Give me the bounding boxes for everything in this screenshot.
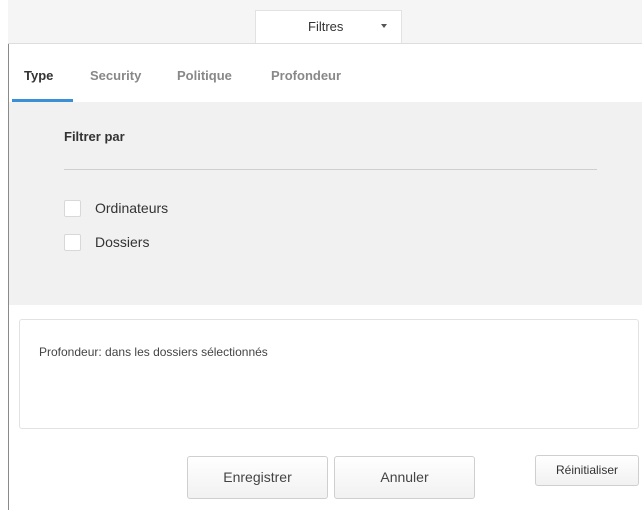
tab-bar: Type Security Politique Profondeur xyxy=(9,44,642,102)
checkbox-unchecked-icon[interactable] xyxy=(64,234,81,251)
tab-security[interactable]: Security xyxy=(90,68,141,83)
divider xyxy=(64,169,597,170)
option-label[interactable]: Ordinateurs xyxy=(95,200,168,216)
save-button[interactable]: Enregistrer xyxy=(187,456,328,499)
depth-info-text: Profondeur: dans les dossiers sélectionn… xyxy=(39,345,268,359)
filters-dropdown-label: Filtres xyxy=(308,19,344,34)
filters-dropdown[interactable]: Filtres xyxy=(255,10,402,43)
caret-down-icon xyxy=(381,24,387,28)
option-label[interactable]: Dossiers xyxy=(95,234,149,250)
filter-panel: Filtrer par Ordinateurs Dossiers xyxy=(9,102,642,305)
info-box: Profondeur: dans les dossiers sélectionn… xyxy=(19,319,639,429)
tab-profondeur[interactable]: Profondeur xyxy=(271,68,341,83)
checkbox-unchecked-icon[interactable] xyxy=(64,200,81,217)
cancel-button[interactable]: Annuler xyxy=(334,456,475,499)
filter-title: Filtrer par xyxy=(64,129,125,144)
tab-politique[interactable]: Politique xyxy=(177,68,232,83)
reset-button[interactable]: Réinitialiser xyxy=(535,455,639,486)
tab-type[interactable]: Type xyxy=(24,68,53,83)
